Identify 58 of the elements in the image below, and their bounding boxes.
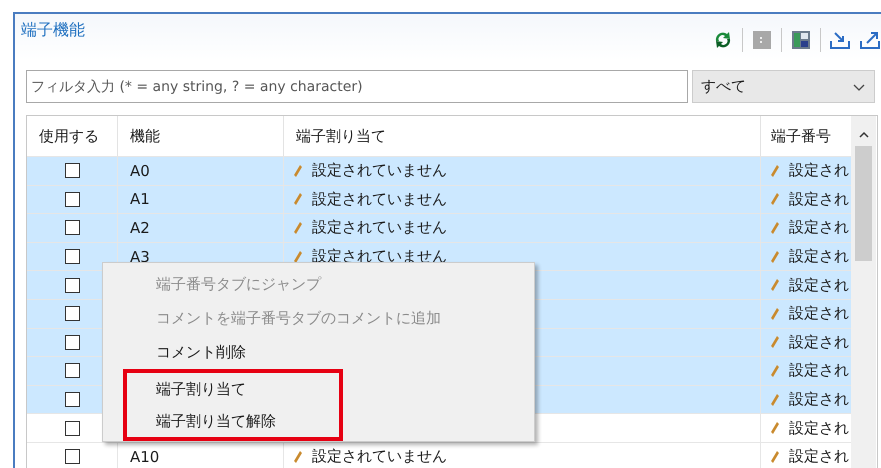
pencil-icon bbox=[771, 336, 779, 348]
checkbox[interactable] bbox=[64, 392, 80, 408]
table-cell: 設定され bbox=[789, 161, 849, 180]
checkbox[interactable] bbox=[64, 249, 80, 264]
pencil-icon bbox=[294, 164, 302, 177]
pencil-icon bbox=[771, 222, 779, 234]
pencil-icon bbox=[771, 422, 779, 434]
table-cell: 設定されていません bbox=[312, 161, 447, 180]
checkbox[interactable] bbox=[64, 163, 80, 178]
table-cell: 設定され bbox=[789, 361, 849, 380]
table-cell: A2 bbox=[130, 218, 150, 237]
save-icon[interactable] bbox=[790, 29, 812, 51]
pencil-icon bbox=[771, 308, 779, 320]
panel-title: 端子機能 bbox=[21, 20, 85, 41]
table-cell: 設定され bbox=[789, 218, 849, 238]
checkbox[interactable] bbox=[64, 449, 80, 464]
checkbox[interactable] bbox=[64, 420, 80, 436]
table-cell: 設定され bbox=[789, 332, 849, 352]
pencil-icon bbox=[771, 164, 779, 177]
scroll-up-icon[interactable] bbox=[858, 130, 870, 140]
checkbox[interactable] bbox=[64, 363, 80, 378]
table-cell: 設定され bbox=[789, 390, 849, 410]
pencil-icon bbox=[294, 222, 302, 234]
scrollbar-thumb[interactable] bbox=[855, 146, 872, 261]
pencil-icon bbox=[771, 364, 779, 377]
checkbox[interactable] bbox=[64, 306, 80, 322]
table-cell: 設定され bbox=[789, 447, 849, 466]
table-cell: A0 bbox=[130, 162, 150, 180]
filter-field[interactable]: フィルタ入力 (* = any string, ? = any character) bbox=[26, 70, 688, 103]
table-cell: 設定され bbox=[789, 276, 849, 295]
pencil-icon bbox=[294, 193, 302, 206]
pencil-icon bbox=[294, 450, 302, 463]
filter-dropdown[interactable]: すべて bbox=[692, 70, 875, 103]
pencil-icon bbox=[771, 450, 779, 463]
pencil-icon bbox=[771, 250, 779, 263]
checkbox[interactable] bbox=[64, 278, 80, 293]
table-cell: A1 bbox=[130, 190, 150, 208]
table-cell: 設定されていません bbox=[312, 190, 447, 209]
table-cell: 設定され bbox=[789, 247, 849, 266]
table-cell: A10 bbox=[130, 448, 160, 466]
checkbox[interactable] bbox=[64, 192, 80, 207]
pencil-icon bbox=[771, 193, 779, 206]
checkbox[interactable] bbox=[64, 334, 80, 350]
table-cell: 設定され bbox=[789, 418, 849, 438]
column-header[interactable]: 端子番号 bbox=[761, 116, 851, 156]
table-cell: 設定されていません bbox=[312, 447, 447, 466]
table-cell: A3 bbox=[130, 248, 150, 266]
table-cell: 設定されていません bbox=[312, 218, 447, 238]
checkbox[interactable] bbox=[64, 220, 80, 236]
menu-item[interactable]: 端子割り当て bbox=[156, 373, 339, 405]
menu-item[interactable]: コメント削除 bbox=[103, 335, 534, 369]
pencil-icon bbox=[771, 394, 779, 406]
export-icon[interactable] bbox=[859, 29, 881, 51]
pencil-icon bbox=[294, 250, 302, 263]
table-cell: 設定され bbox=[789, 190, 849, 209]
pencil-icon bbox=[771, 279, 779, 292]
table-cell: 設定され bbox=[789, 304, 849, 324]
menu-item[interactable]: 端子割り当て解除 bbox=[156, 405, 339, 437]
